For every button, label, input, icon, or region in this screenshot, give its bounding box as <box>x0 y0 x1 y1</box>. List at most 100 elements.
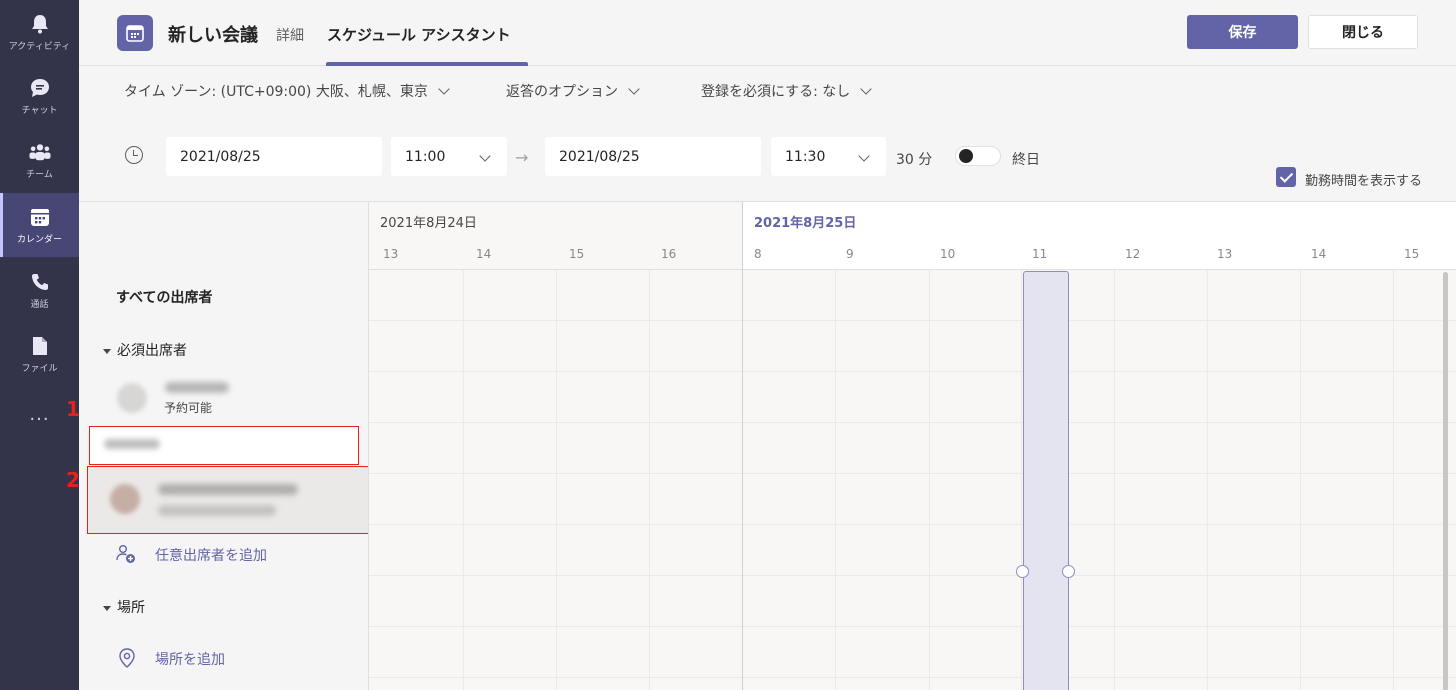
response-options-dropdown[interactable]: 返答のオプション <box>506 81 640 101</box>
start-date-value: 2021/08/25 <box>180 148 261 165</box>
grid-line <box>1300 270 1301 690</box>
grid-line <box>1207 270 1208 690</box>
hour-label: 15 <box>1404 247 1420 261</box>
day-label-aug-25: 2021年8月25日 <box>754 216 857 231</box>
grid-line <box>369 575 1456 576</box>
duration-label: 30 分 <box>896 152 933 168</box>
all-day-toggle[interactable] <box>955 146 1001 166</box>
grid-line <box>369 524 1456 525</box>
grid-line <box>369 371 1456 372</box>
registration-label: 登録を必須にする: なし <box>701 84 851 100</box>
vertical-scrollbar[interactable] <box>1443 272 1448 690</box>
hour-label: 10 <box>940 247 956 261</box>
all-attendees-label: すべての出席者 <box>116 290 213 306</box>
end-date-value: 2021/08/25 <box>559 148 640 165</box>
callout-2: 2 <box>66 468 80 492</box>
rail-item-label: 通話 <box>30 299 49 310</box>
grid-line <box>369 422 1456 423</box>
meeting-header: 新しい会議 詳細 スケジュール アシスタント 保存 閉じる <box>79 0 1456 66</box>
hour-label: 16 <box>661 247 677 261</box>
file-icon <box>29 335 51 357</box>
hour-label: 9 <box>846 247 854 261</box>
bell-icon <box>29 13 51 35</box>
grid-line <box>929 270 930 690</box>
grid-line <box>1021 270 1022 690</box>
callout-1: 1 <box>66 397 80 421</box>
meeting-calendar-icon <box>117 15 153 51</box>
rail-item-label: ファイル <box>21 363 58 374</box>
start-time-select[interactable]: 11:00 <box>391 137 507 176</box>
rail-item-files[interactable]: ファイル <box>0 322 79 386</box>
chevron-down-icon <box>438 82 450 95</box>
attendee-name-blurred <box>165 382 229 393</box>
location-section-label: 場所 <box>117 600 145 616</box>
location-section[interactable]: 場所 <box>103 597 145 617</box>
meeting-options-bar: タイム ゾーン: (UTC+09:00) 大阪、札幌、東京 返答のオプション 登… <box>79 67 1456 113</box>
attendee-panel: すべての出席者 必須出席者 予約可能 1 2 任意出席者を追加 場所 場所を追加 <box>66 201 605 690</box>
hour-label: 13 <box>383 247 399 261</box>
resize-handle-right[interactable] <box>1062 565 1075 578</box>
start-date-field[interactable]: 2021/08/25 <box>166 137 382 176</box>
working-hours-checkbox[interactable] <box>1276 167 1296 187</box>
clock-icon <box>125 146 143 164</box>
rail-item-teams[interactable]: チーム <box>0 128 79 192</box>
grid-line <box>369 677 1456 678</box>
rail-item-label: チャット <box>21 105 58 116</box>
response-options-label: 返答のオプション <box>506 84 618 100</box>
add-location-link[interactable]: 場所を追加 <box>155 649 225 669</box>
tab-details[interactable]: 詳細 <box>276 25 304 45</box>
rail-item-label: アクティビティ <box>8 41 71 52</box>
hour-label: 15 <box>569 247 585 261</box>
chevron-down-icon <box>860 82 872 95</box>
tab-scheduling-assistant[interactable]: スケジュール アシスタント <box>327 24 511 45</box>
grid-line <box>1393 270 1394 690</box>
all-day-label: 終日 <box>1012 152 1040 168</box>
calendar-icon <box>29 206 51 228</box>
schedule-grid: 2021年8月24日 2021年8月25日 13 14 15 16 8 9 10… <box>368 201 1456 690</box>
registration-dropdown[interactable]: 登録を必須にする: なし <box>701 81 872 101</box>
meeting-time-block[interactable] <box>1023 271 1069 690</box>
end-time-value: 11:30 <box>785 148 826 165</box>
end-time-select[interactable]: 11:30 <box>771 137 886 176</box>
rail-item-calls[interactable]: 通話 <box>0 258 79 322</box>
chevron-down-icon <box>479 150 491 162</box>
rail-item-chat[interactable]: チャット <box>0 64 79 128</box>
rail-item-activity[interactable]: アクティビティ <box>0 0 79 64</box>
timezone-dropdown[interactable]: タイム ゾーン: (UTC+09:00) 大阪、札幌、東京 <box>124 81 450 101</box>
save-button[interactable]: 保存 <box>1187 15 1298 49</box>
timezone-label: タイム ゾーン: (UTC+09:00) 大阪、札幌、東京 <box>124 84 428 100</box>
add-person-icon <box>116 544 136 564</box>
start-time-value: 11:00 <box>405 148 446 165</box>
attendee-input-highlight[interactable] <box>89 426 359 465</box>
grid-line <box>835 270 836 690</box>
chevron-down-icon <box>628 82 640 95</box>
add-optional-attendee-link[interactable]: 任意出席者を追加 <box>155 545 267 565</box>
chevron-down-icon <box>858 150 870 162</box>
grid-line <box>369 473 1456 474</box>
grid-line <box>369 320 1456 321</box>
rail-item-label: カレンダー <box>16 234 62 245</box>
chat-icon <box>29 77 51 99</box>
page-title: 新しい会議 <box>168 25 258 46</box>
suggestion-name-blurred <box>158 484 298 495</box>
end-date-field[interactable]: 2021/08/25 <box>545 137 761 176</box>
required-attendees-label: 必須出席者 <box>117 343 187 359</box>
hour-label: 13 <box>1217 247 1233 261</box>
rail-item-calendar[interactable]: カレンダー <box>0 193 79 257</box>
resize-handle-left[interactable] <box>1016 565 1029 578</box>
avatar <box>117 383 147 413</box>
required-attendees-section[interactable]: 必須出席者 <box>103 340 187 360</box>
arrow-right-icon: → <box>515 148 529 167</box>
day-divider <box>742 202 743 690</box>
attendee-input-blurred-text <box>104 439 160 449</box>
day-label-aug-24: 2021年8月24日 <box>380 216 477 231</box>
close-button[interactable]: 閉じる <box>1308 15 1418 49</box>
grid-line <box>556 270 557 690</box>
caret-down-icon <box>103 605 111 611</box>
grid-line <box>369 626 1456 627</box>
location-pin-icon <box>118 648 138 668</box>
hour-label: 14 <box>1311 247 1327 261</box>
avatar <box>110 484 140 514</box>
grid-header: 2021年8月24日 2021年8月25日 13 14 15 16 8 9 10… <box>369 202 1456 270</box>
grid-line <box>1114 270 1115 690</box>
